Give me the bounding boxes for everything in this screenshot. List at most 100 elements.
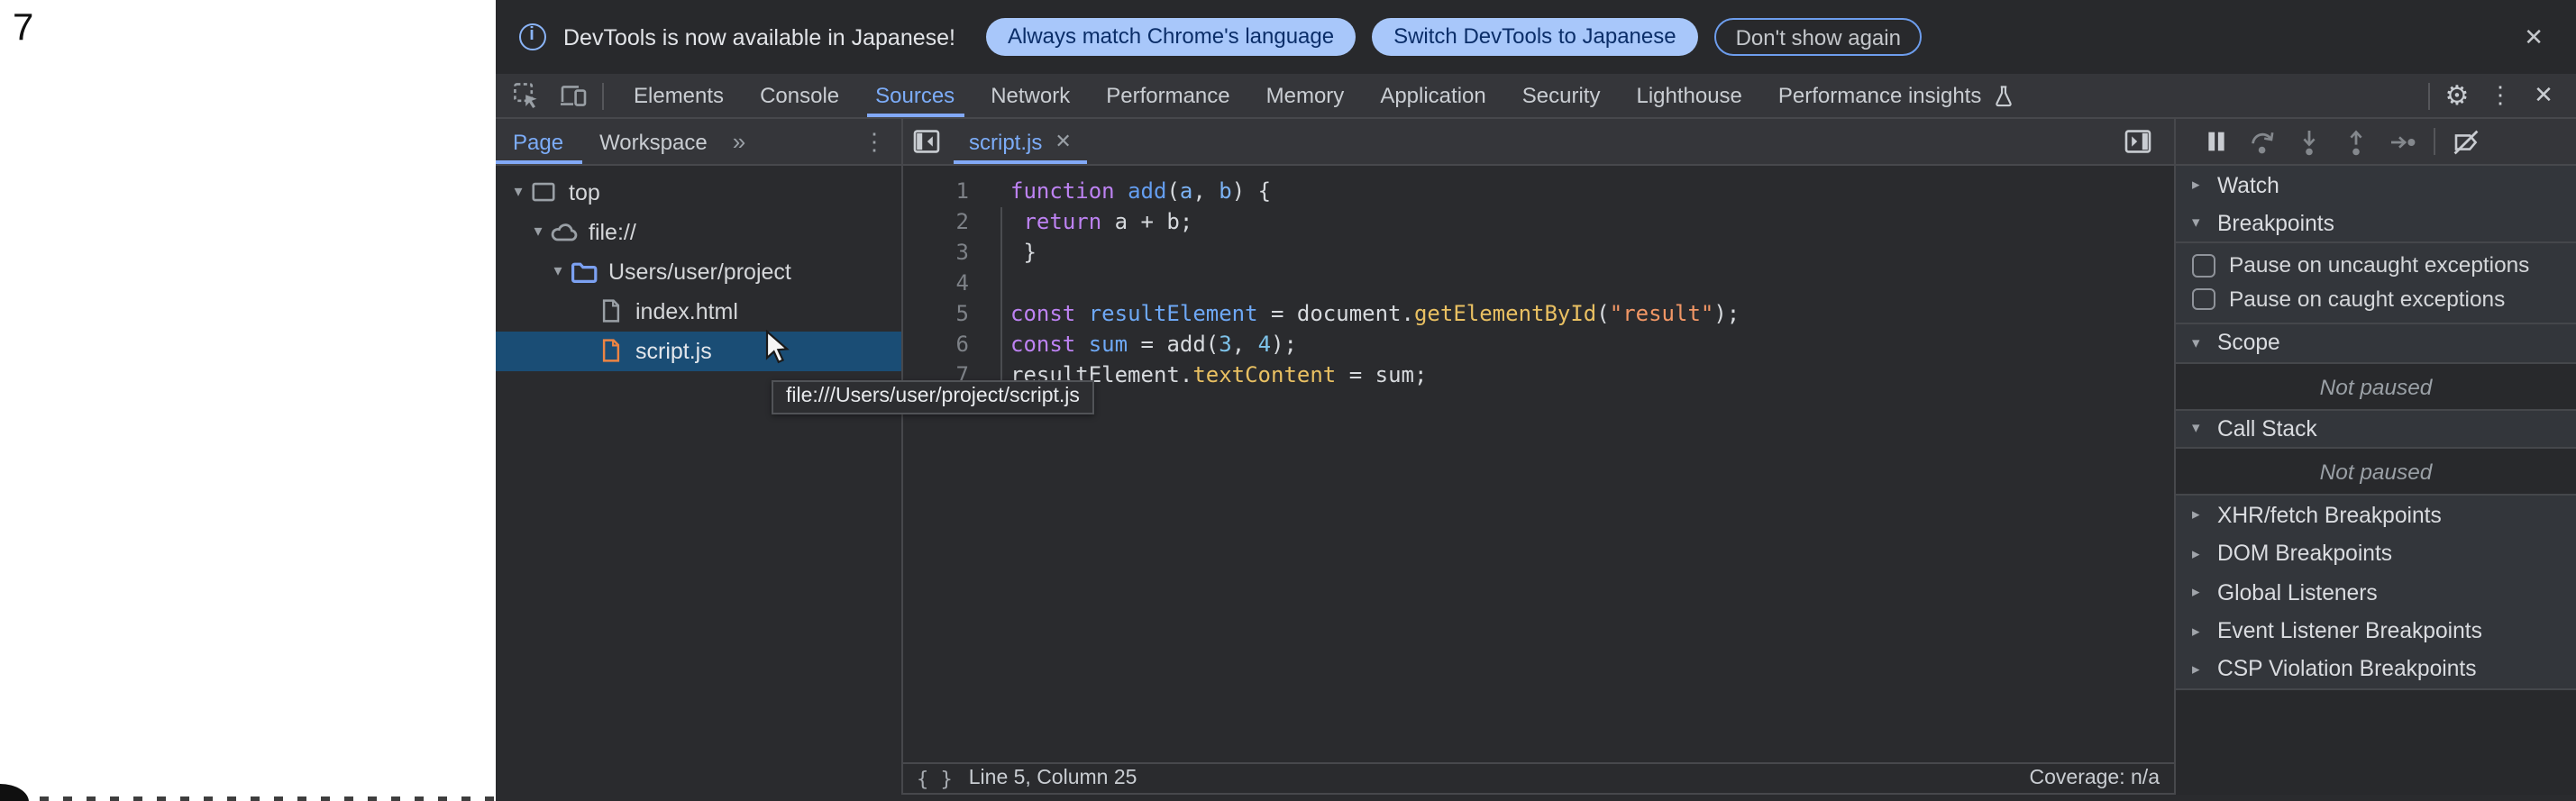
line-number[interactable]: 3 [902, 238, 994, 269]
navigator-tab-workspace[interactable]: Workspace [581, 119, 726, 164]
step-over-icon[interactable] [2239, 120, 2286, 163]
code-editor-pane: 1function add(a, b) {2 return a + b;3 }4… [902, 166, 2174, 795]
expanded-arrow-icon[interactable]: ▾ [2176, 214, 2201, 233]
collapsed-arrow-icon[interactable]: ▸ [2176, 622, 2201, 642]
tab-security[interactable]: Security [1504, 74, 1619, 117]
line-number[interactable]: 4 [902, 269, 994, 299]
code-area[interactable]: 1function add(a, b) {2 return a + b;3 }4… [902, 166, 2174, 762]
tree-item-file-protocol[interactable]: ▾ file:// [495, 212, 900, 251]
line-number[interactable]: 5 [902, 299, 994, 330]
hide-navigator-panel-icon[interactable] [902, 119, 949, 164]
tab-performance[interactable]: Performance [1088, 74, 1247, 117]
line-content [994, 269, 1010, 299]
tab-performance-insights-label: Performance insights [1778, 83, 1981, 108]
file-tab-label: script.js [969, 129, 1042, 154]
section-dom-breakpoints[interactable]: ▸ DOM Breakpoints [2176, 534, 2576, 573]
pause-uncaught-exceptions-row[interactable]: Pause on uncaught exceptions [2176, 249, 2576, 282]
collapsed-arrow-icon[interactable]: ▸ [2176, 660, 2201, 679]
settings-gear-icon[interactable]: ⚙ [2435, 74, 2479, 117]
code-line[interactable]: 1function add(a, b) { [902, 177, 2174, 207]
file-tab-close-icon[interactable]: ✕ [1055, 130, 1071, 153]
tree-item-script-js[interactable]: script.js [495, 331, 900, 370]
expanded-arrow-icon[interactable]: ▾ [2176, 333, 2201, 353]
sources-sub-toolbar: Page Workspace » ⋮ script.js ✕ [495, 119, 2576, 166]
line-content: const sum = add(3, 4); [994, 330, 1297, 360]
step-icon[interactable] [2380, 120, 2426, 163]
collapsed-arrow-icon[interactable]: ▸ [2176, 505, 2201, 525]
section-scope[interactable]: ▾ Scope [2176, 324, 2576, 363]
tab-application[interactable]: Application [1362, 74, 1503, 117]
tree-item-top[interactable]: ▾ top [495, 172, 900, 212]
devtools-close-icon[interactable]: ✕ [2522, 74, 2565, 117]
navigator-kebab-icon[interactable]: ⋮ [848, 119, 900, 164]
tab-lighthouse[interactable]: Lighthouse [1618, 74, 1759, 117]
section-call-stack[interactable]: ▾ Call Stack [2176, 410, 2576, 449]
pretty-print-icon[interactable]: { } [917, 767, 953, 790]
collapsed-arrow-icon[interactable]: ▸ [2176, 583, 2201, 603]
coverage-status: Coverage: n/a [2030, 768, 2160, 789]
cursor-position-status: Line 5, Column 25 [969, 768, 1137, 789]
match-chrome-language-button[interactable]: Always match Chrome's language [986, 18, 1356, 56]
section-global-listeners[interactable]: ▸ Global Listeners [2176, 573, 2576, 612]
device-toolbar-icon[interactable] [549, 74, 596, 117]
scope-not-paused-message: Not paused [2176, 363, 2576, 410]
code-line[interactable]: 6const sum = add(3, 4); [902, 330, 2174, 360]
tab-console[interactable]: Console [742, 74, 857, 117]
tree-item-label: top [569, 179, 600, 205]
toolbar-divider [601, 82, 603, 109]
line-number[interactable]: 6 [902, 330, 994, 360]
code-line[interactable]: 4 [902, 269, 2174, 299]
line-number[interactable]: 2 [902, 207, 994, 238]
expand-arrow-icon[interactable]: ▾ [547, 261, 569, 281]
section-watch[interactable]: ▸ Watch [2176, 166, 2576, 205]
folder-icon [569, 257, 598, 286]
collapsed-arrow-icon[interactable]: ▸ [2176, 544, 2201, 564]
section-event-listener-breakpoints[interactable]: ▸ Event Listener Breakpoints [2176, 612, 2576, 651]
step-into-icon[interactable] [2286, 120, 2333, 163]
sources-content: ▾ top ▾ file:// ▾ [495, 166, 2576, 795]
editor-status-bar: { } Line 5, Column 25 Coverage: n/a [902, 762, 2174, 795]
inspect-element-icon[interactable] [502, 74, 549, 117]
desktop-corner-label: 7 [13, 7, 33, 50]
open-file-tab-scriptjs[interactable]: script.js ✕ [953, 119, 1088, 164]
tree-item-label: script.js [635, 338, 712, 363]
more-tabs-chevron-icon[interactable]: » [726, 119, 753, 164]
expand-arrow-icon[interactable]: ▾ [527, 222, 549, 241]
section-xhr-fetch-breakpoints[interactable]: ▸ XHR/fetch Breakpoints [2176, 496, 2576, 534]
expand-arrow-icon[interactable]: ▾ [507, 182, 529, 202]
navigator-tab-page[interactable]: Page [495, 119, 581, 164]
dont-show-again-button[interactable]: Don't show again [1714, 18, 1923, 56]
panel-tabs: Elements Console Sources Network Perform… [616, 74, 2033, 117]
tree-item-project-folder[interactable]: ▾ Users/user/project [495, 251, 900, 291]
collapsed-arrow-icon[interactable]: ▸ [2176, 176, 2201, 196]
tab-network[interactable]: Network [973, 74, 1088, 117]
pause-uncaught-checkbox[interactable] [2192, 254, 2215, 277]
screen: 7 i DevTools is now available in Japanes… [0, 0, 2576, 801]
infobar-close-icon[interactable]: ✕ [2517, 19, 2551, 55]
expanded-arrow-icon[interactable]: ▾ [2176, 419, 2201, 439]
step-out-icon[interactable] [2333, 120, 2380, 163]
show-debugger-panel-icon[interactable] [2115, 119, 2161, 164]
code-line[interactable]: 2 return a + b; [902, 207, 2174, 238]
section-csp-violation-breakpoints[interactable]: ▸ CSP Violation Breakpoints [2176, 651, 2576, 689]
code-lines: 1function add(a, b) {2 return a + b;3 }4… [902, 177, 2174, 391]
debugger-toolbar-divider [2434, 128, 2435, 155]
tree-item-index-html[interactable]: index.html [495, 291, 900, 331]
tab-sources[interactable]: Sources [857, 74, 973, 117]
section-breakpoints[interactable]: ▾ Breakpoints [2176, 205, 2576, 243]
more-options-kebab-icon[interactable]: ⋮ [2479, 74, 2522, 117]
file-navigator-pane: ▾ top ▾ file:// ▾ [495, 166, 902, 795]
code-line[interactable]: 3 } [902, 238, 2174, 269]
pause-caught-checkbox[interactable] [2192, 287, 2215, 310]
pause-script-execution-icon[interactable] [2192, 120, 2239, 163]
tab-memory[interactable]: Memory [1248, 74, 1363, 117]
deactivate-breakpoints-icon[interactable] [2443, 120, 2489, 163]
pause-caught-exceptions-row[interactable]: Pause on caught exceptions [2176, 282, 2576, 315]
toolbar-right-controls: ⚙ ⋮ ✕ [2423, 74, 2576, 117]
tab-performance-insights[interactable]: Performance insights [1760, 74, 2033, 117]
tab-elements[interactable]: Elements [616, 74, 742, 117]
switch-devtools-japanese-button[interactable]: Switch DevTools to Japanese [1372, 18, 1698, 56]
line-number[interactable]: 1 [902, 177, 994, 207]
code-line[interactable]: 5const resultElement = document.getEleme… [902, 299, 2174, 330]
section-label: Watch [2201, 173, 2279, 198]
